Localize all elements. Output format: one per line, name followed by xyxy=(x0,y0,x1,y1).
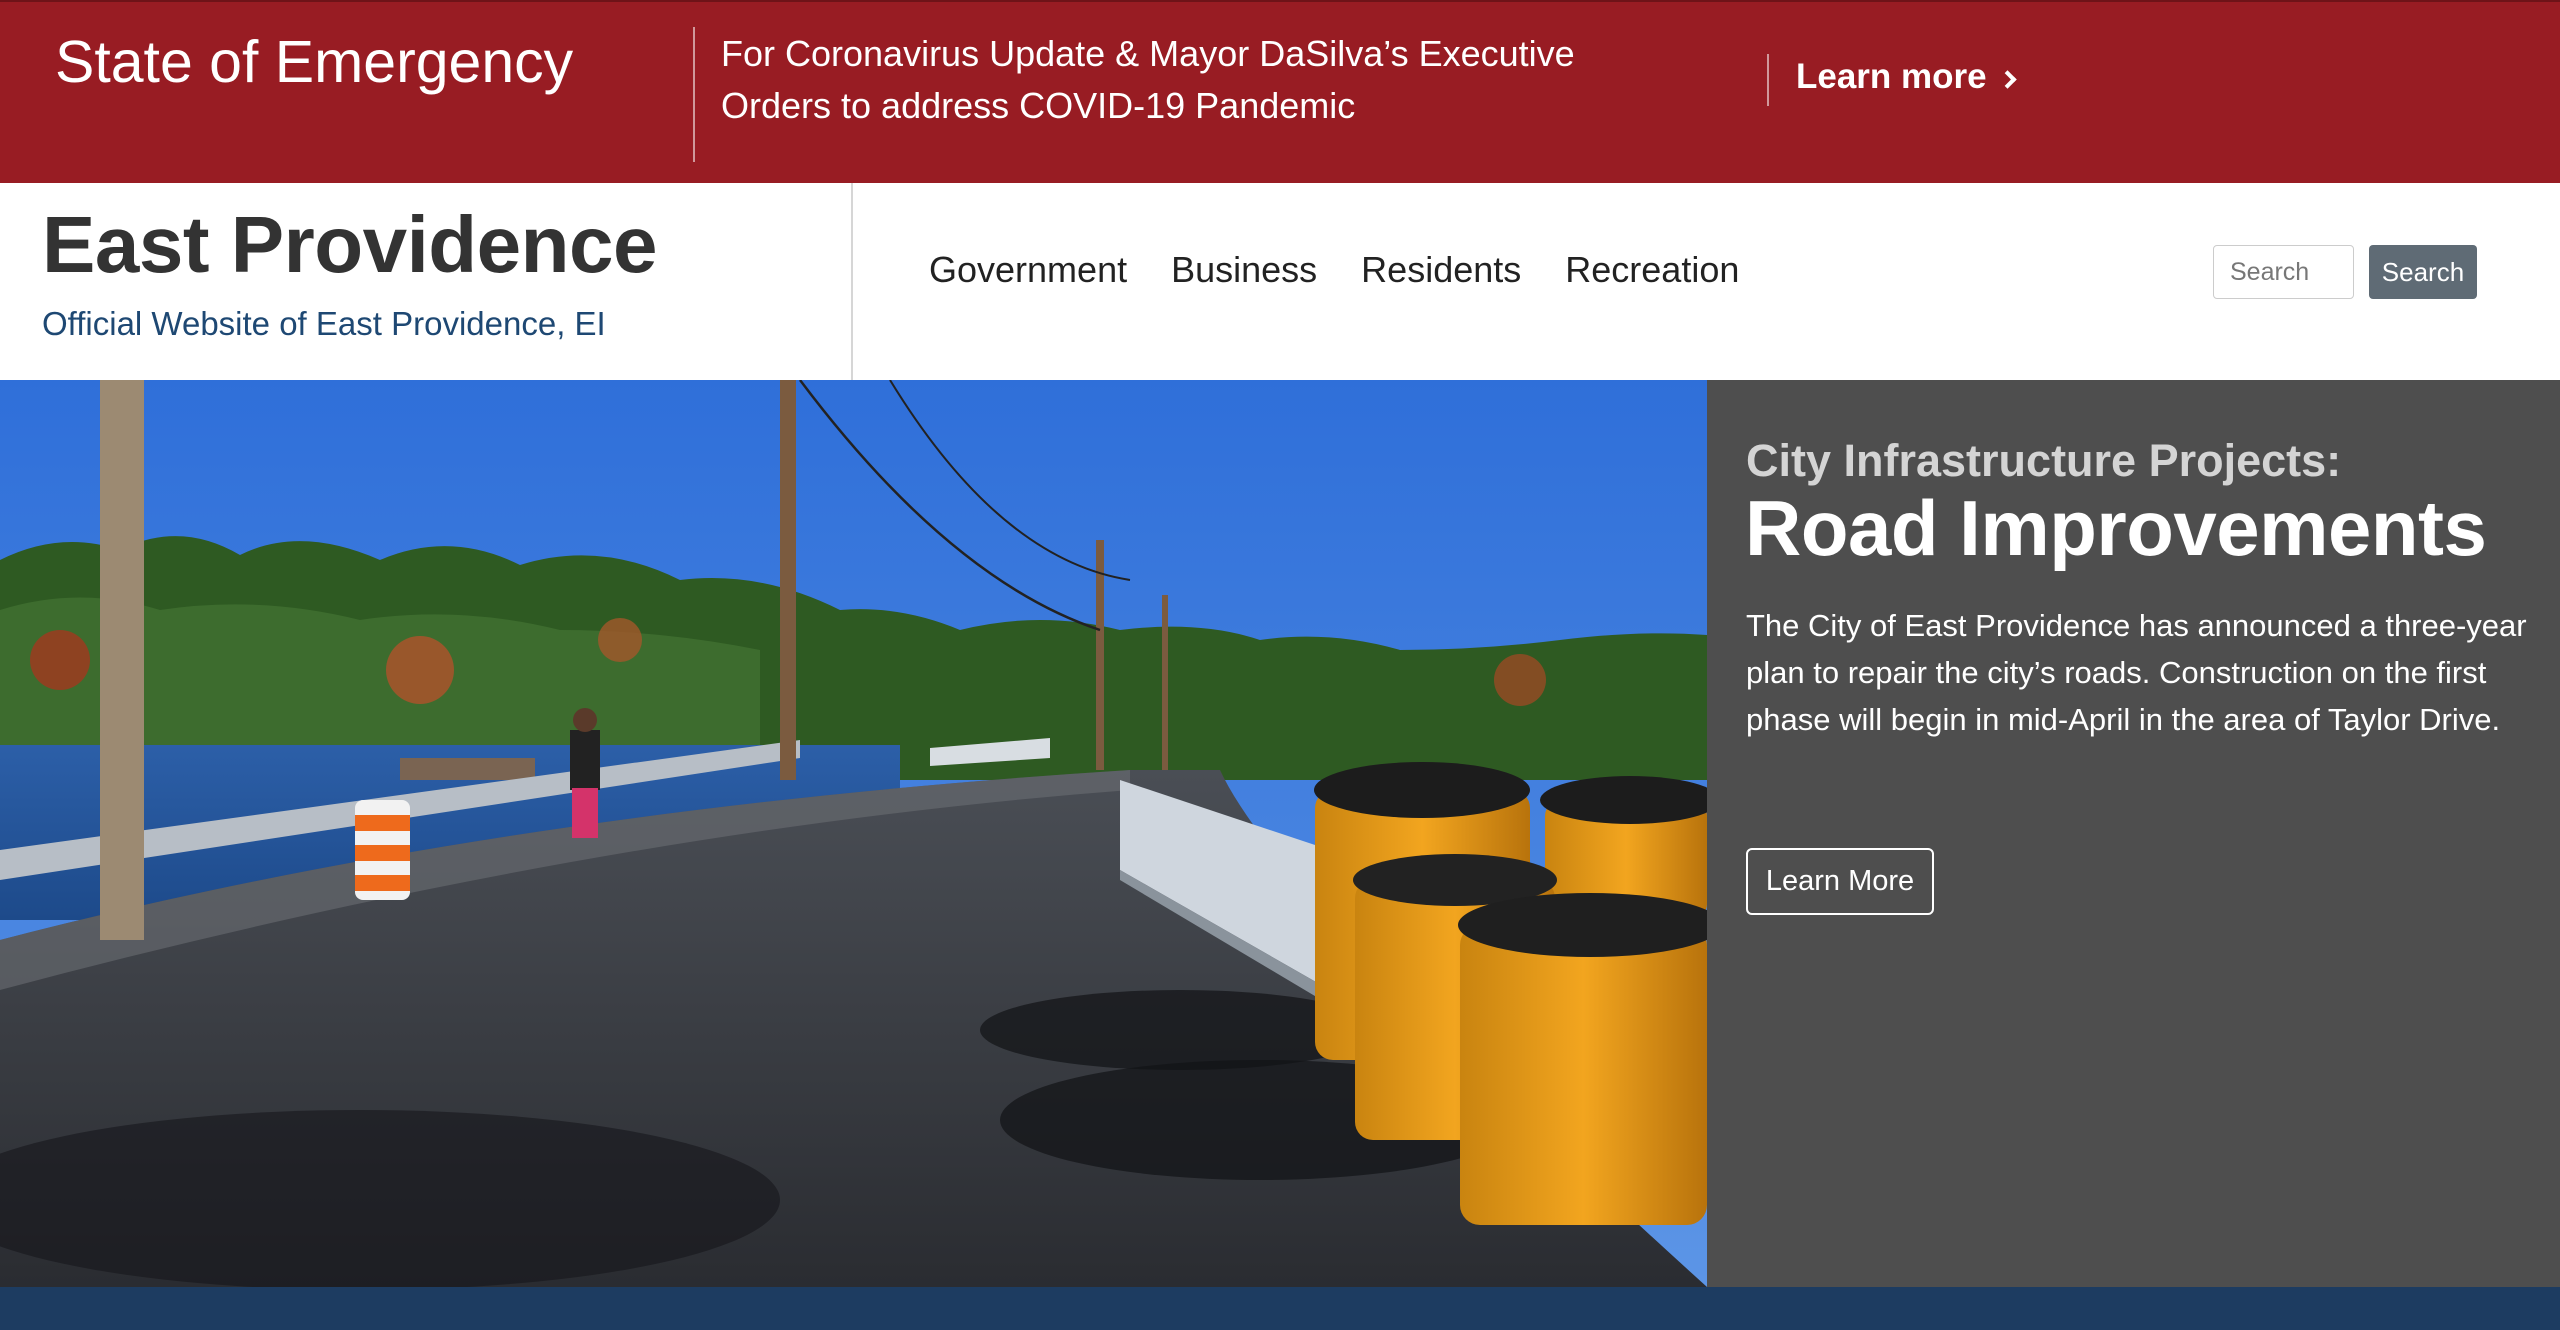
emergency-message: For Coronavirus Update & Mayor DaSilva’s… xyxy=(721,28,1621,132)
road-construction-photo xyxy=(0,380,1707,1287)
site-header: East Providence Official Website of East… xyxy=(0,183,2560,380)
header-divider xyxy=(851,183,853,380)
banner-divider xyxy=(1767,54,1769,106)
chevron-right-icon xyxy=(1997,69,2017,89)
hero-title: Road Improvements xyxy=(1745,484,2487,572)
site-title: East Providence xyxy=(42,200,658,289)
hero-image xyxy=(0,380,1707,1287)
search-input[interactable] xyxy=(2213,245,2354,299)
nav-item-government[interactable]: Government xyxy=(929,249,1127,291)
hero-eyebrow: City Infrastructure Projects: xyxy=(1746,435,2342,486)
hero-learn-more-button[interactable]: Learn More xyxy=(1746,848,1934,915)
main-nav: Government Business Residents Recreation xyxy=(929,249,1739,291)
emergency-banner: State of Emergency For Coronavirus Updat… xyxy=(0,0,2560,183)
nav-item-residents[interactable]: Residents xyxy=(1361,249,1521,291)
site-subtitle: Official Website of East Providence, EI xyxy=(42,305,606,342)
footer-strip xyxy=(0,1287,2560,1330)
nav-item-business[interactable]: Business xyxy=(1171,249,1317,291)
emergency-message-line-1: For Coronavirus Update & Mayor DaSilva’s… xyxy=(721,33,1575,74)
banner-divider xyxy=(693,27,695,162)
emergency-message-line-2: Orders to address COVID-19 Pandemic xyxy=(721,85,1356,126)
emergency-learn-more-label: Learn more xyxy=(1796,57,1987,96)
nav-item-recreation[interactable]: Recreation xyxy=(1565,249,1739,291)
search-button[interactable]: Search xyxy=(2369,245,2477,299)
emergency-title: State of Emergency xyxy=(55,29,574,95)
emergency-learn-more-link[interactable]: Learn more xyxy=(1796,57,2017,97)
hero-panel: City Infrastructure Projects: Road Impro… xyxy=(1707,380,2560,1287)
hero-description: The City of East Providence has announce… xyxy=(1746,608,2527,737)
